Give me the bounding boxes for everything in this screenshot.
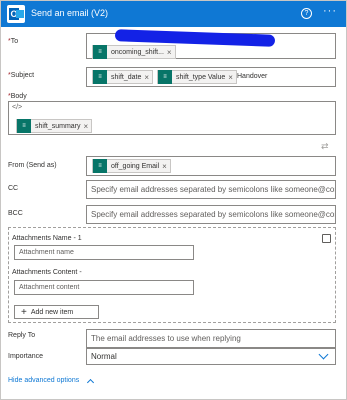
swap-icon[interactable]: ⇄ <box>321 141 329 152</box>
dynamic-content-icon: ≡ <box>93 45 107 59</box>
remove-token-icon[interactable]: × <box>162 162 167 171</box>
importance-select[interactable]: Normal <box>86 348 336 365</box>
importance-label: Importance <box>8 353 44 360</box>
remove-token-icon[interactable]: × <box>144 73 149 82</box>
dynamic-content-icon: ≡ <box>93 159 107 173</box>
subject-token-date[interactable]: ≡ shift_date × <box>92 70 154 84</box>
attachment-name-input[interactable]: Attachment name <box>14 245 194 260</box>
attachment-content-label: Attachments Content - <box>12 269 82 276</box>
to-token[interactable]: ≡ oncoming_shift... × <box>92 45 176 59</box>
code-view-icon[interactable]: </> <box>12 104 22 111</box>
send-email-card: O Send an email (V2) ? ··· *To ≡ oncomin… <box>0 0 347 400</box>
attachment-content-input[interactable]: Attachment content <box>14 280 194 295</box>
dynamic-content-icon: ≡ <box>158 70 172 84</box>
from-field[interactable]: ≡ off_going Email × <box>86 156 336 176</box>
card-header[interactable]: O Send an email (V2) ? ··· <box>1 1 346 27</box>
subject-field[interactable]: ≡ shift_date × ≡ shift_type Value × Hand… <box>86 67 336 87</box>
help-icon[interactable]: ? <box>301 8 312 19</box>
more-options-icon[interactable]: ··· <box>323 5 337 17</box>
delete-icon[interactable] <box>322 234 331 243</box>
body-token[interactable]: ≡ shift_summary × <box>16 119 93 133</box>
to-label: *To <box>8 38 19 45</box>
body-editor[interactable]: </> ≡ shift_summary × <box>8 101 336 135</box>
remove-token-icon[interactable]: × <box>84 122 89 131</box>
card-title: Send an email (V2) <box>31 8 109 18</box>
outlook-icon: O <box>7 5 25 23</box>
subject-text: Handover <box>237 73 268 80</box>
bcc-input[interactable]: Specify email addresses separated by sem… <box>86 205 336 224</box>
cc-input[interactable]: Specify email addresses separated by sem… <box>86 180 336 199</box>
subject-label: *Subject <box>8 72 35 79</box>
reply-to-label: Reply To <box>8 332 36 339</box>
remove-token-icon[interactable]: × <box>228 73 233 82</box>
attachment-name-label: Attachments Name - 1 <box>12 235 82 242</box>
from-token[interactable]: ≡ off_going Email × <box>92 159 171 173</box>
from-label: From (Send as) <box>8 162 57 169</box>
hide-advanced-options-link[interactable]: Hide advanced options <box>8 377 79 384</box>
dynamic-content-icon: ≡ <box>93 70 107 84</box>
subject-token-type[interactable]: ≡ shift_type Value × <box>157 70 237 84</box>
chevron-down-icon <box>318 349 329 360</box>
chevron-up-icon[interactable] <box>86 378 95 387</box>
body-label: *Body <box>8 93 27 100</box>
cc-label: CC <box>8 185 19 192</box>
reply-to-input[interactable]: The email addresses to use when replying <box>86 329 336 348</box>
bcc-label: BCC <box>8 210 23 217</box>
plus-icon: + <box>21 306 27 318</box>
remove-token-icon[interactable]: × <box>167 48 172 57</box>
dynamic-content-icon: ≡ <box>17 119 31 133</box>
attachments-section: Attachments Name - 1 Attachment name Att… <box>8 227 336 323</box>
add-new-item-button[interactable]: + Add new item <box>14 305 99 319</box>
